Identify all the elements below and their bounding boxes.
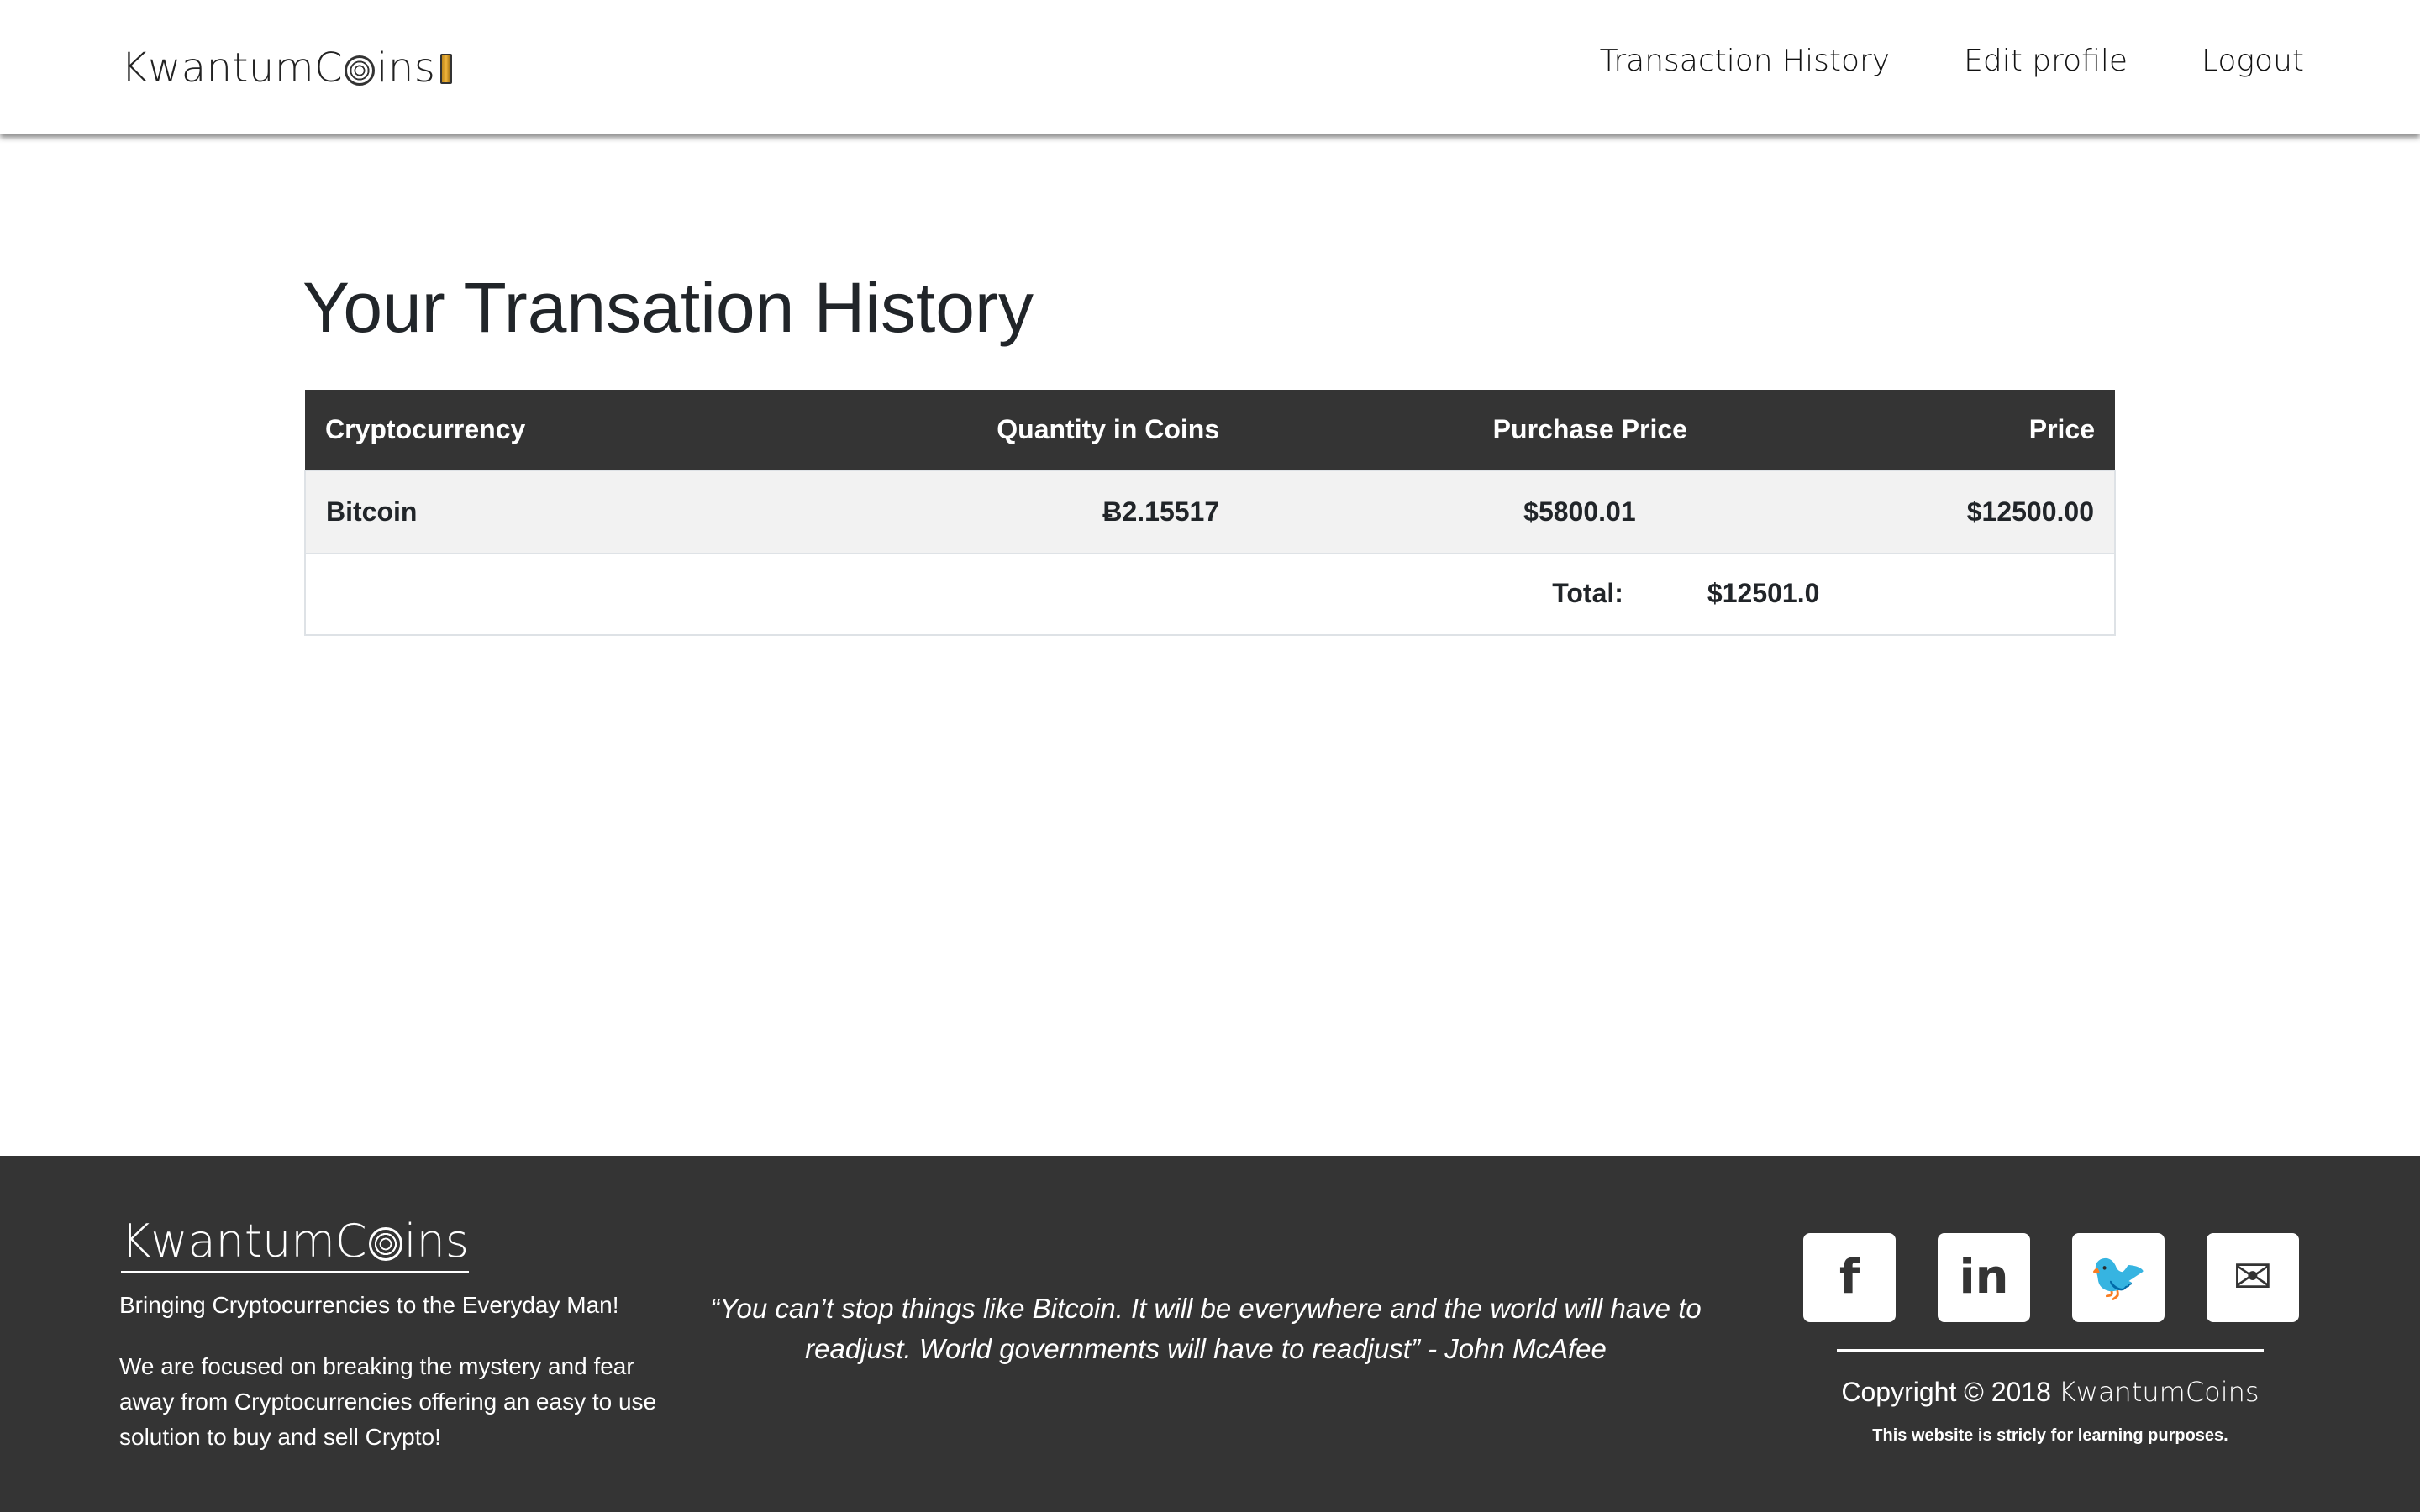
footer-brand-prefix: Kwantum — [121, 1215, 335, 1268]
footer-brand-suffix: ins — [403, 1215, 469, 1268]
cell-cryptocurrency: Bitcoin — [303, 470, 749, 553]
copyright-text: Copyright © 2018 — [1841, 1377, 2051, 1407]
site-footer: Kwantum C ins Bringing Cryptocurrencies … — [0, 1156, 2420, 1512]
total-label: Total: — [748, 552, 1707, 636]
table-row: Bitcoin Ƀ2.15517 $5800.01 $12500.00 — [303, 470, 2117, 553]
brand-text-prefix: Kwantum — [121, 45, 315, 92]
total-value: $12501.0 — [1707, 552, 2117, 636]
page-title: Your Transation History — [302, 268, 1034, 347]
header-price: Price — [1707, 390, 2115, 470]
nav-link-transaction-history[interactable]: Transaction History — [1600, 44, 1890, 78]
nav-link-logout[interactable]: Logout — [2202, 44, 2304, 78]
brand-coin-letter: C — [314, 45, 344, 92]
table-header-row: Cryptocurrency Quantity in Coins Purchas… — [305, 390, 2115, 470]
cell-empty — [303, 552, 749, 636]
nav-link-edit-profile[interactable]: Edit profile — [1964, 44, 2128, 78]
copyright: Copyright © 2018 KwantumCoins — [1837, 1376, 2264, 1408]
facebook-button[interactable]: f — [1803, 1233, 1896, 1322]
header-cryptocurrency: Cryptocurrency — [305, 390, 749, 470]
footer-about-text: We are focused on breaking the mystery a… — [119, 1353, 657, 1450]
social-links: f in 🐦 ✉ — [1803, 1233, 2299, 1322]
footer-brand-coin-letter: C — [334, 1215, 367, 1268]
cell-purchase-price: $5800.01 — [1239, 470, 1707, 553]
email-button[interactable]: ✉ — [2207, 1233, 2299, 1322]
footer-brand-logo[interactable]: Kwantum C ins — [121, 1215, 469, 1273]
twitter-icon: 🐦 — [2089, 1250, 2148, 1305]
linkedin-icon: in — [1959, 1250, 2009, 1305]
menu-toggle-icon[interactable] — [440, 54, 452, 84]
footer-quote: “You can’t stop things like Bitcoin. It … — [710, 1293, 1702, 1364]
top-navbar: Kwantum C ins Transaction History Edit p… — [0, 0, 2420, 134]
header-purchase-price: Purchase Price — [1239, 390, 1707, 470]
coin-icon — [345, 55, 376, 86]
linkedin-button[interactable]: in — [1938, 1233, 2030, 1322]
twitter-button[interactable]: 🐦 — [2072, 1233, 2165, 1322]
footer-tagline: Bringing Cryptocurrencies to the Everyda… — [119, 1292, 619, 1318]
cell-price: $12500.00 — [1707, 470, 2117, 553]
footer-divider — [1837, 1349, 2264, 1352]
header-quantity: Quantity in Coins — [748, 390, 1240, 470]
cell-quantity: Ƀ2.15517 — [748, 470, 1240, 553]
coin-icon — [368, 1226, 402, 1261]
nav-links: Transaction History Edit profile Logout — [1600, 44, 2304, 78]
table-total-row: Total: $12501.0 — [303, 552, 2117, 636]
facebook-icon: f — [1839, 1250, 1860, 1305]
email-icon: ✉ — [2233, 1250, 2273, 1305]
copyright-brand: KwantumCoins — [2058, 1376, 2260, 1408]
footer-disclaimer: This website is stricly for learning pur… — [1872, 1426, 2228, 1445]
brand-logo[interactable]: Kwantum C ins — [121, 42, 435, 94]
brand-text-suffix: ins — [376, 45, 436, 92]
transaction-table: Cryptocurrency Quantity in Coins Purchas… — [303, 390, 2117, 636]
